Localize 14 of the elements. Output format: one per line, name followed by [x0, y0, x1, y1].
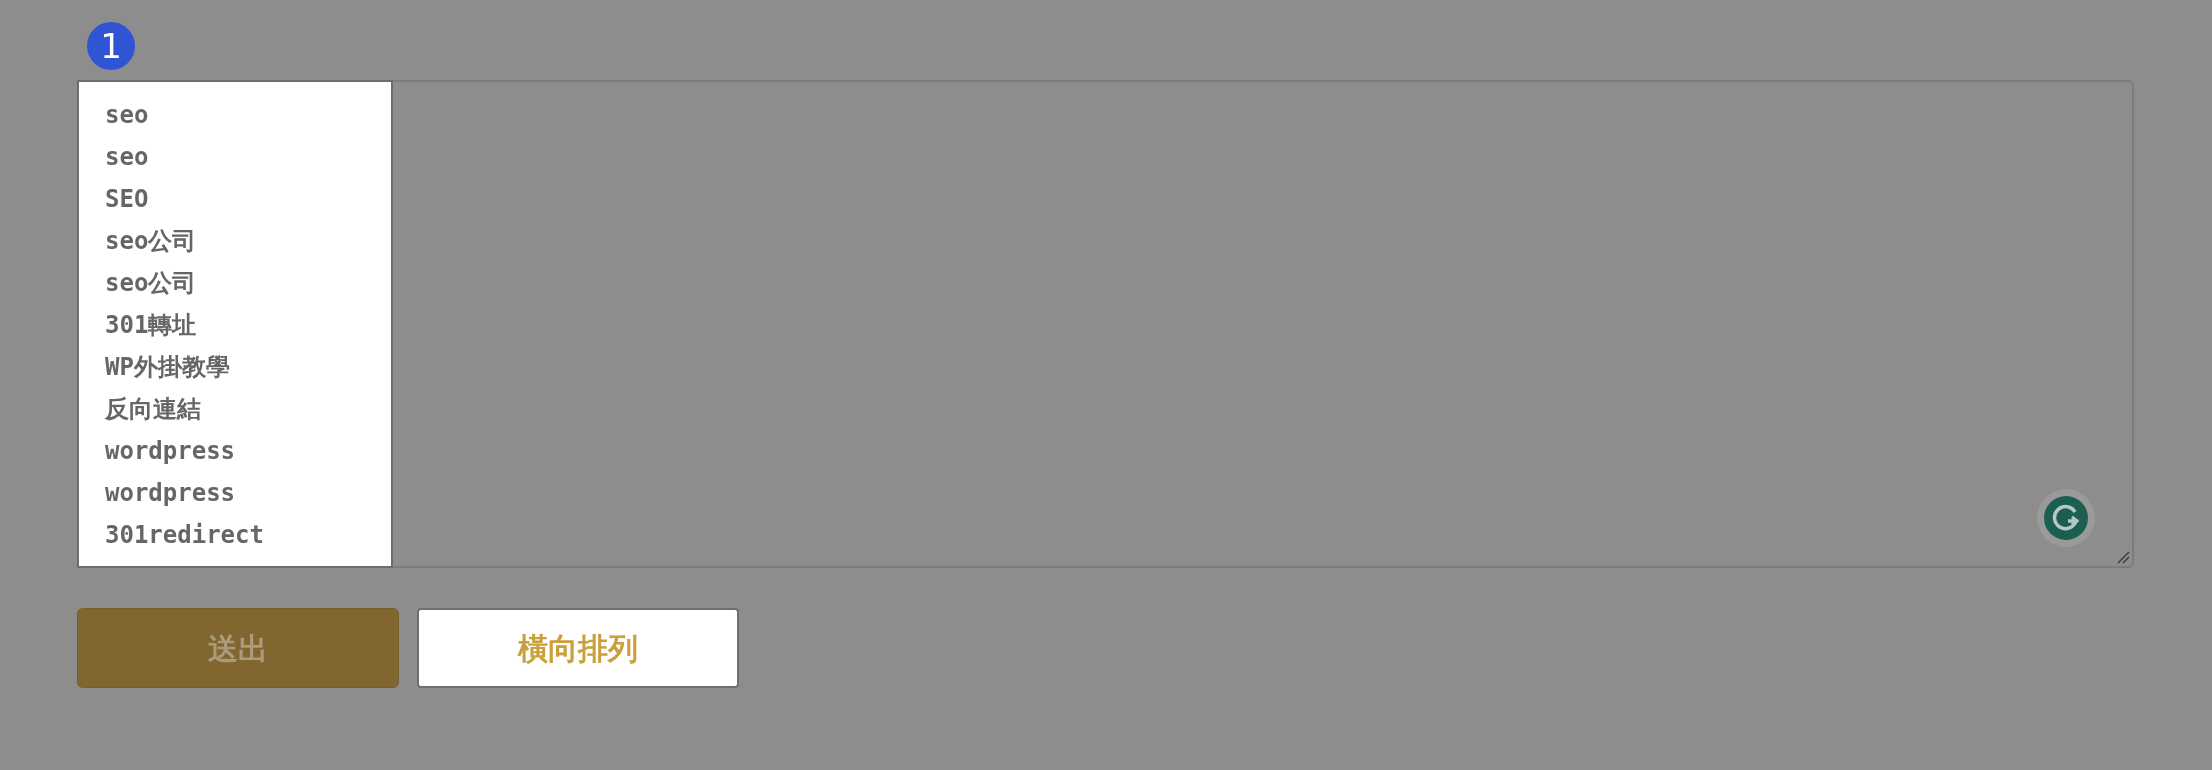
step-badge: 1 — [87, 22, 135, 70]
suggestion-item[interactable]: wordpress — [105, 472, 236, 514]
suggestion-item[interactable]: WP外掛教學 — [105, 346, 230, 388]
suggestion-item[interactable]: wordpress — [105, 430, 236, 472]
suggestion-item[interactable]: 301redirect — [105, 514, 264, 556]
suggestion-item[interactable]: 301轉址 — [105, 304, 197, 346]
text-area[interactable]: seo seo SEO seo公司 seo公司 301轉址 WP外掛教學 反向連結 wordpress wordpress 301redirect — [77, 80, 2134, 568]
suggestion-item[interactable]: SEO — [105, 178, 149, 220]
suggestion-item[interactable]: seo公司 — [105, 220, 197, 262]
suggestion-item[interactable]: seo公司 — [105, 262, 197, 304]
suggestion-item[interactable]: seo — [105, 94, 149, 136]
suggestion-item[interactable]: seo — [105, 136, 149, 178]
grammar-check-icon[interactable] — [2036, 488, 2096, 548]
suggestion-item[interactable]: 反向連結 — [105, 388, 201, 430]
